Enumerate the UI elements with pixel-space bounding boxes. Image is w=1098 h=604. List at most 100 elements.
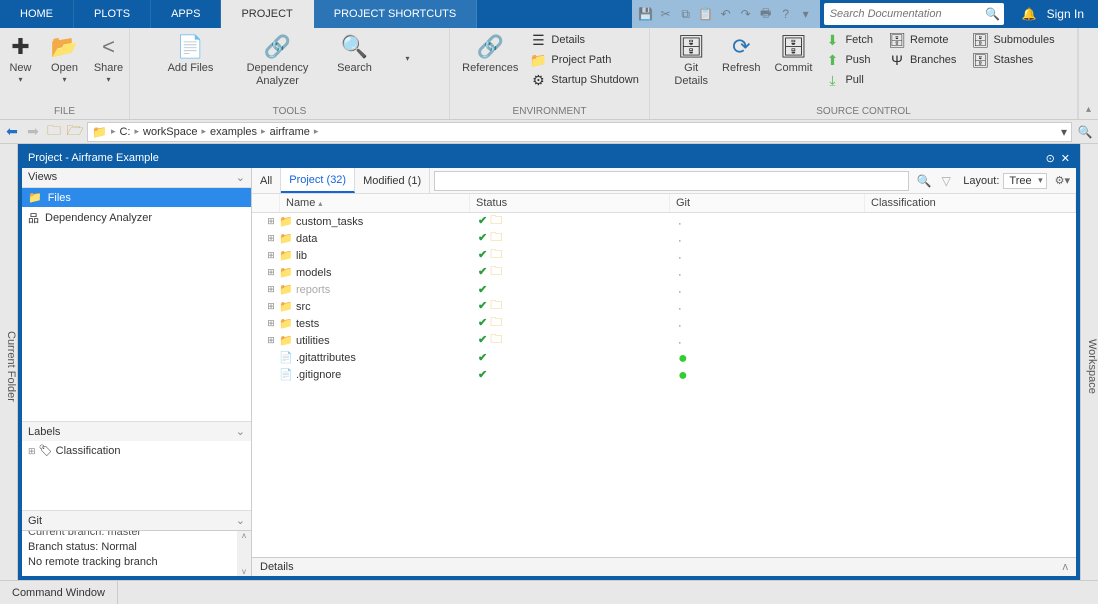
open-button[interactable]: 📂Open▾ (44, 30, 86, 88)
tab-project[interactable]: PROJECT (221, 0, 313, 28)
back-button[interactable]: ⬅ (3, 123, 21, 141)
save-icon[interactable]: 💾 (638, 6, 654, 22)
panel-close-icon[interactable]: ✕ (1061, 152, 1070, 165)
push-button[interactable]: ⬆Push (820, 50, 877, 70)
crumb-drive[interactable]: C: (119, 126, 130, 138)
table-row[interactable]: 📄.gitignore✔● (252, 366, 1076, 383)
table-row[interactable]: ⊞📁models✔ 🗀· (252, 264, 1076, 281)
search-doc-input[interactable] (824, 8, 982, 20)
new-button[interactable]: ✚New▾ (0, 30, 42, 88)
expand-icon[interactable]: ⊞ (264, 233, 278, 244)
table-row[interactable]: 📄.gitattributes✔● (252, 349, 1076, 366)
file-git-status: · (672, 282, 867, 298)
filter-modified[interactable]: Modified (1) (355, 168, 430, 193)
address-dropdown-icon[interactable]: ▾ (1061, 125, 1071, 139)
labels-collapse-icon[interactable]: ⌄ (236, 425, 245, 438)
references-button[interactable]: 🔗References (456, 30, 524, 79)
project-path-button[interactable]: 📁Project Path (526, 50, 642, 70)
crumb-examples[interactable]: examples (210, 126, 257, 138)
col-status[interactable]: Status (470, 194, 670, 212)
branches-button[interactable]: ΨBranches (885, 50, 960, 70)
expand-icon[interactable]: ⊞ (264, 250, 278, 261)
crumb-airframe[interactable]: airframe (270, 126, 310, 138)
cut-icon[interactable]: ✂ (658, 6, 674, 22)
col-name[interactable]: Name▴ (280, 194, 470, 212)
git-collapse-icon[interactable]: ⌄ (236, 514, 245, 527)
folder-up-icon[interactable]: 🗀 (45, 120, 63, 144)
folder-history-icon[interactable]: 🗁 (66, 120, 84, 144)
expand-icon[interactable]: ⊞ (264, 284, 278, 295)
expand-icon[interactable]: ⊞ (264, 216, 278, 227)
sign-in-link[interactable]: Sign In (1047, 7, 1084, 21)
search-documentation[interactable]: 🔍 (824, 3, 1004, 25)
address-bar[interactable]: 📁 ▸ C: ▸ workSpace ▸ examples ▸ airframe… (87, 122, 1072, 142)
expand-icon[interactable]: ⊞ (264, 301, 278, 312)
layout-select[interactable]: Tree (1003, 173, 1046, 189)
expand-icon[interactable]: ⊞ (264, 267, 278, 278)
workspace-tab[interactable]: Workspace (1080, 144, 1098, 580)
tab-plots[interactable]: PLOTS (74, 0, 151, 28)
labels-expand-icon[interactable]: ⊞ (28, 446, 36, 456)
remote-button[interactable]: 🗄Remote (885, 30, 960, 50)
tab-home[interactable]: HOME (0, 0, 74, 28)
col-git[interactable]: Git (670, 194, 865, 212)
pull-button[interactable]: ⤓Pull (820, 70, 877, 90)
stashes-button[interactable]: 🗄Stashes (968, 50, 1058, 70)
undo-icon[interactable]: ↶ (718, 6, 734, 22)
details-expand-icon[interactable]: ʌ (1063, 561, 1069, 573)
gear-icon[interactable]: ⚙▾ (1055, 174, 1070, 187)
filter-funnel-icon[interactable]: ▽ (935, 174, 957, 188)
details-button[interactable]: ☰Details (526, 30, 642, 50)
crumb-workspace[interactable]: workSpace (143, 126, 197, 138)
copy-icon[interactable]: ⧉ (678, 6, 694, 22)
submodules-button[interactable]: 🗄Submodules (968, 30, 1058, 50)
find-files-icon[interactable]: 🔍 (1075, 125, 1095, 139)
forward-button[interactable]: ➡ (24, 123, 42, 141)
expand-icon[interactable]: ⊞ (264, 335, 278, 346)
git-details-button[interactable]: 🗄Git Details (668, 30, 714, 92)
startup-shutdown-button[interactable]: ⚙Startup Shutdown (526, 70, 642, 90)
col-classification[interactable]: Classification (865, 194, 1076, 212)
filter-search-input[interactable] (434, 171, 909, 191)
view-files[interactable]: 📁Files (22, 188, 251, 207)
dependency-analyzer-button[interactable]: 🔗Dependency Analyzer (233, 30, 323, 92)
crumb-sep[interactable]: ▸ (111, 126, 116, 137)
share-button[interactable]: <Share▾ (88, 30, 130, 88)
details-label[interactable]: Details (260, 561, 294, 573)
classification-label[interactable]: Classification (56, 445, 121, 457)
views-header: Views (28, 171, 57, 184)
table-row[interactable]: ⊞📁utilities✔ 🗀· (252, 332, 1076, 349)
expand-icon[interactable]: ⊞ (264, 318, 278, 329)
notifications-icon[interactable]: 🔔 (1022, 7, 1037, 21)
git-status-line: Branch status: Normal (28, 540, 245, 555)
search-button[interactable]: 🔍Search (325, 30, 385, 79)
file-git-status: ● (672, 367, 867, 383)
views-collapse-icon[interactable]: ⌄ (236, 171, 245, 184)
commit-button[interactable]: 🗄Commit (769, 30, 819, 79)
print-icon[interactable]: 🖶 (758, 6, 774, 22)
file-git-status: · (672, 214, 867, 230)
tools-more-button[interactable]: ▾ (387, 30, 429, 67)
panel-menu-icon[interactable]: ⊙ (1046, 152, 1055, 165)
git-scrollbar[interactable]: ʌv (237, 531, 251, 576)
paste-icon[interactable]: 📋 (698, 6, 714, 22)
filter-search-icon[interactable]: 🔍 (913, 174, 935, 188)
folder-icon: 📁 (278, 317, 294, 330)
filter-project[interactable]: Project (32) (281, 168, 355, 193)
current-folder-tab[interactable]: Current Folder (0, 144, 18, 580)
tab-apps[interactable]: APPS (151, 0, 221, 28)
git-remote-line: No remote tracking branch (28, 555, 245, 570)
search-icon[interactable]: 🔍 (982, 7, 1004, 21)
help-icon[interactable]: ? (778, 6, 794, 22)
filter-all[interactable]: All (252, 168, 281, 193)
command-window-button[interactable]: Command Window (0, 581, 118, 604)
view-dependency-analyzer[interactable]: 品Dependency Analyzer (22, 207, 251, 229)
add-files-button[interactable]: 📄Add Files (151, 30, 231, 79)
refresh-button[interactable]: ⟳Refresh (716, 30, 767, 79)
redo-icon[interactable]: ↷ (738, 6, 754, 22)
more-icon[interactable]: ▾ (798, 6, 814, 22)
fetch-button[interactable]: ⬇Fetch (820, 30, 877, 50)
layout-label: Layout: (963, 175, 999, 187)
tab-project-shortcuts[interactable]: PROJECT SHORTCUTS (314, 0, 477, 28)
minimize-ribbon-icon[interactable]: ▴ (1086, 104, 1091, 119)
